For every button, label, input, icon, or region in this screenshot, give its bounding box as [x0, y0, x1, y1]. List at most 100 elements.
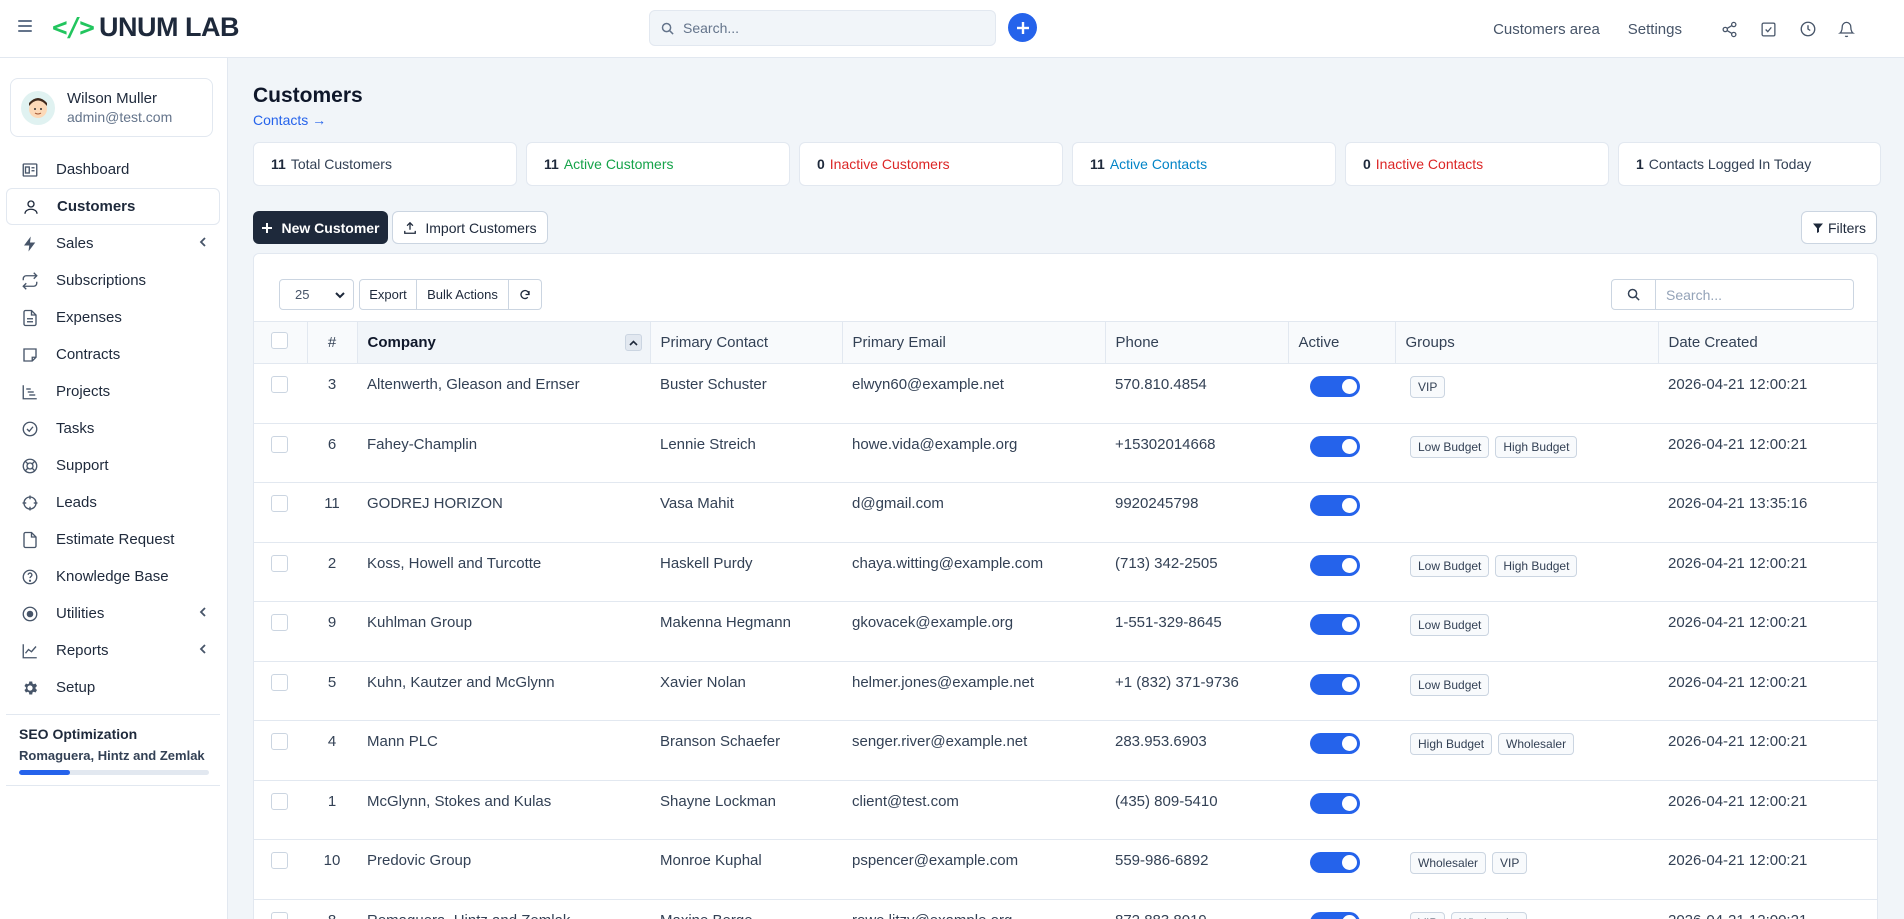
company-name[interactable]: Predovic Group	[357, 839, 650, 900]
table-row[interactable]: 8Romaguera, Hintz and ZemlakMaxine Berge…	[254, 899, 1877, 919]
clock-icon[interactable]	[1788, 14, 1827, 44]
column-header-id[interactable]: #	[307, 321, 358, 364]
menu-icon[interactable]	[18, 20, 32, 32]
table-search-button[interactable]	[1611, 279, 1656, 310]
sidebar-item-contracts[interactable]: Contracts	[6, 336, 220, 373]
seo-project-widget[interactable]: SEO Optimization Romaguera, Hintz and Ze…	[19, 726, 209, 775]
company-name[interactable]: Altenwerth, Gleason and Ernser	[357, 363, 650, 424]
active-toggle[interactable]	[1310, 554, 1360, 576]
active-toggle[interactable]	[1310, 614, 1360, 635]
active-toggle[interactable]	[1310, 673, 1360, 695]
company-name[interactable]: Romaguera, Hintz and Zemlak	[357, 899, 650, 919]
checkbox-icon[interactable]	[1749, 14, 1788, 44]
row-checkbox[interactable]	[271, 852, 288, 869]
stat-card[interactable]: 0 Inactive Customers	[799, 142, 1063, 186]
sidebar-item-subscriptions[interactable]: Subscriptions	[6, 262, 220, 299]
row-checkbox[interactable]	[271, 911, 288, 919]
stat-card[interactable]: 11 Total Customers	[253, 142, 517, 186]
user-card[interactable]: Wilson Muller admin@test.com	[10, 78, 213, 137]
stat-card[interactable]: 11 Active Contacts	[1072, 142, 1336, 186]
row-select-cell	[254, 899, 307, 919]
global-search-input[interactable]	[683, 20, 973, 36]
date-created: 2026-04-21 12:00:21	[1658, 899, 1877, 919]
sidebar-item-dashboard[interactable]: Dashboard	[6, 151, 220, 188]
bulk-actions-button[interactable]: Bulk Actions	[417, 279, 509, 310]
table-search-input[interactable]	[1656, 279, 1854, 310]
row-checkbox[interactable]	[271, 614, 288, 631]
sidebar-item-knowledge-base[interactable]: Knowledge Base	[6, 558, 220, 595]
row-checkbox[interactable]	[271, 792, 288, 810]
stat-card[interactable]: 0 Inactive Contacts	[1345, 142, 1609, 186]
sidebar-item-reports[interactable]: Reports	[6, 632, 220, 669]
sidebar-item-support[interactable]: Support	[6, 447, 220, 484]
column-header-primary-email[interactable]: Primary Email	[842, 321, 1106, 364]
table-row[interactable]: 2 Koss, Howell and Turcotte Haskell Purdy c…	[254, 542, 1877, 602]
reload-button[interactable]	[509, 279, 542, 310]
active-toggle[interactable]	[1310, 495, 1360, 516]
table-row[interactable]: 11 GODREJ HORIZON Vasa Mahit d@gmail.com 992…	[254, 482, 1877, 543]
table-row[interactable]: 1 McGlynn, Stokes and Kulas Shayne Lockman…	[254, 780, 1877, 840]
sidebar-item-estimate-request[interactable]: Estimate Request	[6, 521, 220, 558]
company-name[interactable]: Kuhlman Group	[357, 601, 650, 662]
stat-card[interactable]: 11 Active Customers	[526, 142, 790, 186]
user-name: Wilson Muller	[67, 90, 158, 107]
active-toggle[interactable]	[1310, 792, 1360, 814]
row-checkbox[interactable]	[271, 376, 288, 393]
company-name[interactable]: Fahey-Champlin	[357, 423, 650, 483]
row-checkbox[interactable]	[271, 435, 288, 453]
company-name[interactable]: Mann PLC	[357, 720, 650, 781]
row-checkbox[interactable]	[271, 554, 288, 572]
filters-button[interactable]: Filters	[1801, 211, 1877, 244]
sidebar-item-tasks[interactable]: Tasks	[6, 410, 220, 447]
table-row[interactable]: 10 Predovic Group Monroe Kuphal pspencer@ex…	[254, 839, 1877, 900]
bell-icon[interactable]	[1827, 14, 1866, 44]
row-checkbox[interactable]	[271, 733, 288, 750]
sidebar-item-expenses[interactable]: Expenses	[6, 299, 220, 336]
customers-area-link[interactable]: Customers area	[1493, 21, 1600, 38]
column-header-primary-contact[interactable]: Primary Contact	[650, 321, 843, 364]
column-header-active[interactable]: Active	[1288, 321, 1396, 364]
sidebar-item-sales[interactable]: Sales	[6, 225, 220, 262]
active-toggle[interactable]	[1310, 733, 1360, 754]
column-header-groups[interactable]: Groups	[1395, 321, 1659, 364]
sidebar: Wilson Muller admin@test.com Dashboard C…	[0, 58, 228, 919]
table-row[interactable]: 6 Fahey-Champlin Lennie Streich howe.vida@e…	[254, 423, 1877, 483]
stat-card[interactable]: 1 Contacts Logged In Today	[1618, 142, 1881, 186]
table-row[interactable]: 9 Kuhlman Group Makenna Hegmann gkovacek@ex…	[254, 601, 1877, 662]
company-name[interactable]: Kuhn, Kautzer and McGlynn	[357, 661, 650, 721]
row-checkbox[interactable]	[271, 495, 288, 512]
quick-add-button[interactable]	[1008, 13, 1037, 42]
share-icon[interactable]	[1710, 14, 1749, 44]
column-header-company[interactable]: Company	[357, 321, 651, 364]
sidebar-divider	[6, 785, 220, 786]
sidebar-item-utilities[interactable]: Utilities	[6, 595, 220, 632]
company-name[interactable]: McGlynn, Stokes and Kulas	[357, 780, 650, 840]
customers-table-card: 25 Export Bulk Actions # Company Pr	[253, 253, 1878, 919]
logo[interactable]: </> UNUM LAB	[52, 12, 239, 43]
sidebar-item-setup[interactable]: Setup	[6, 669, 220, 706]
active-cell	[1288, 423, 1395, 483]
active-toggle[interactable]	[1310, 435, 1360, 457]
sidebar-item-customers[interactable]: Customers	[6, 188, 220, 225]
column-header-phone[interactable]: Phone	[1105, 321, 1289, 364]
import-customers-button[interactable]: Import Customers	[392, 211, 548, 244]
sidebar-item-leads[interactable]: Leads	[6, 484, 220, 521]
active-toggle[interactable]	[1310, 911, 1360, 919]
company-name[interactable]: Koss, Howell and Turcotte	[357, 542, 650, 602]
table-row[interactable]: 3 Altenwerth, Gleason and Ernser Buster Sc…	[254, 363, 1877, 424]
company-name[interactable]: GODREJ HORIZON	[357, 482, 650, 543]
row-checkbox[interactable]	[271, 673, 288, 691]
sidebar-item-projects[interactable]: Projects	[6, 373, 220, 410]
new-customer-button[interactable]: New Customer	[253, 211, 388, 244]
contacts-link[interactable]: Contacts →	[253, 112, 326, 128]
active-toggle[interactable]	[1310, 376, 1360, 397]
table-row[interactable]: 5 Kuhn, Kautzer and McGlynn Xavier Nolan he…	[254, 661, 1877, 721]
settings-link[interactable]: Settings	[1628, 21, 1682, 38]
active-cell	[1288, 720, 1395, 781]
active-toggle[interactable]	[1310, 852, 1360, 873]
page-size-select[interactable]: 25	[279, 279, 354, 310]
export-button[interactable]: Export	[359, 279, 417, 310]
column-header-date-created[interactable]: Date Created	[1658, 321, 1877, 364]
table-row[interactable]: 4 Mann PLC Branson Schaefer senger.river@ex…	[254, 720, 1877, 781]
select-all-checkbox[interactable]	[271, 332, 288, 349]
